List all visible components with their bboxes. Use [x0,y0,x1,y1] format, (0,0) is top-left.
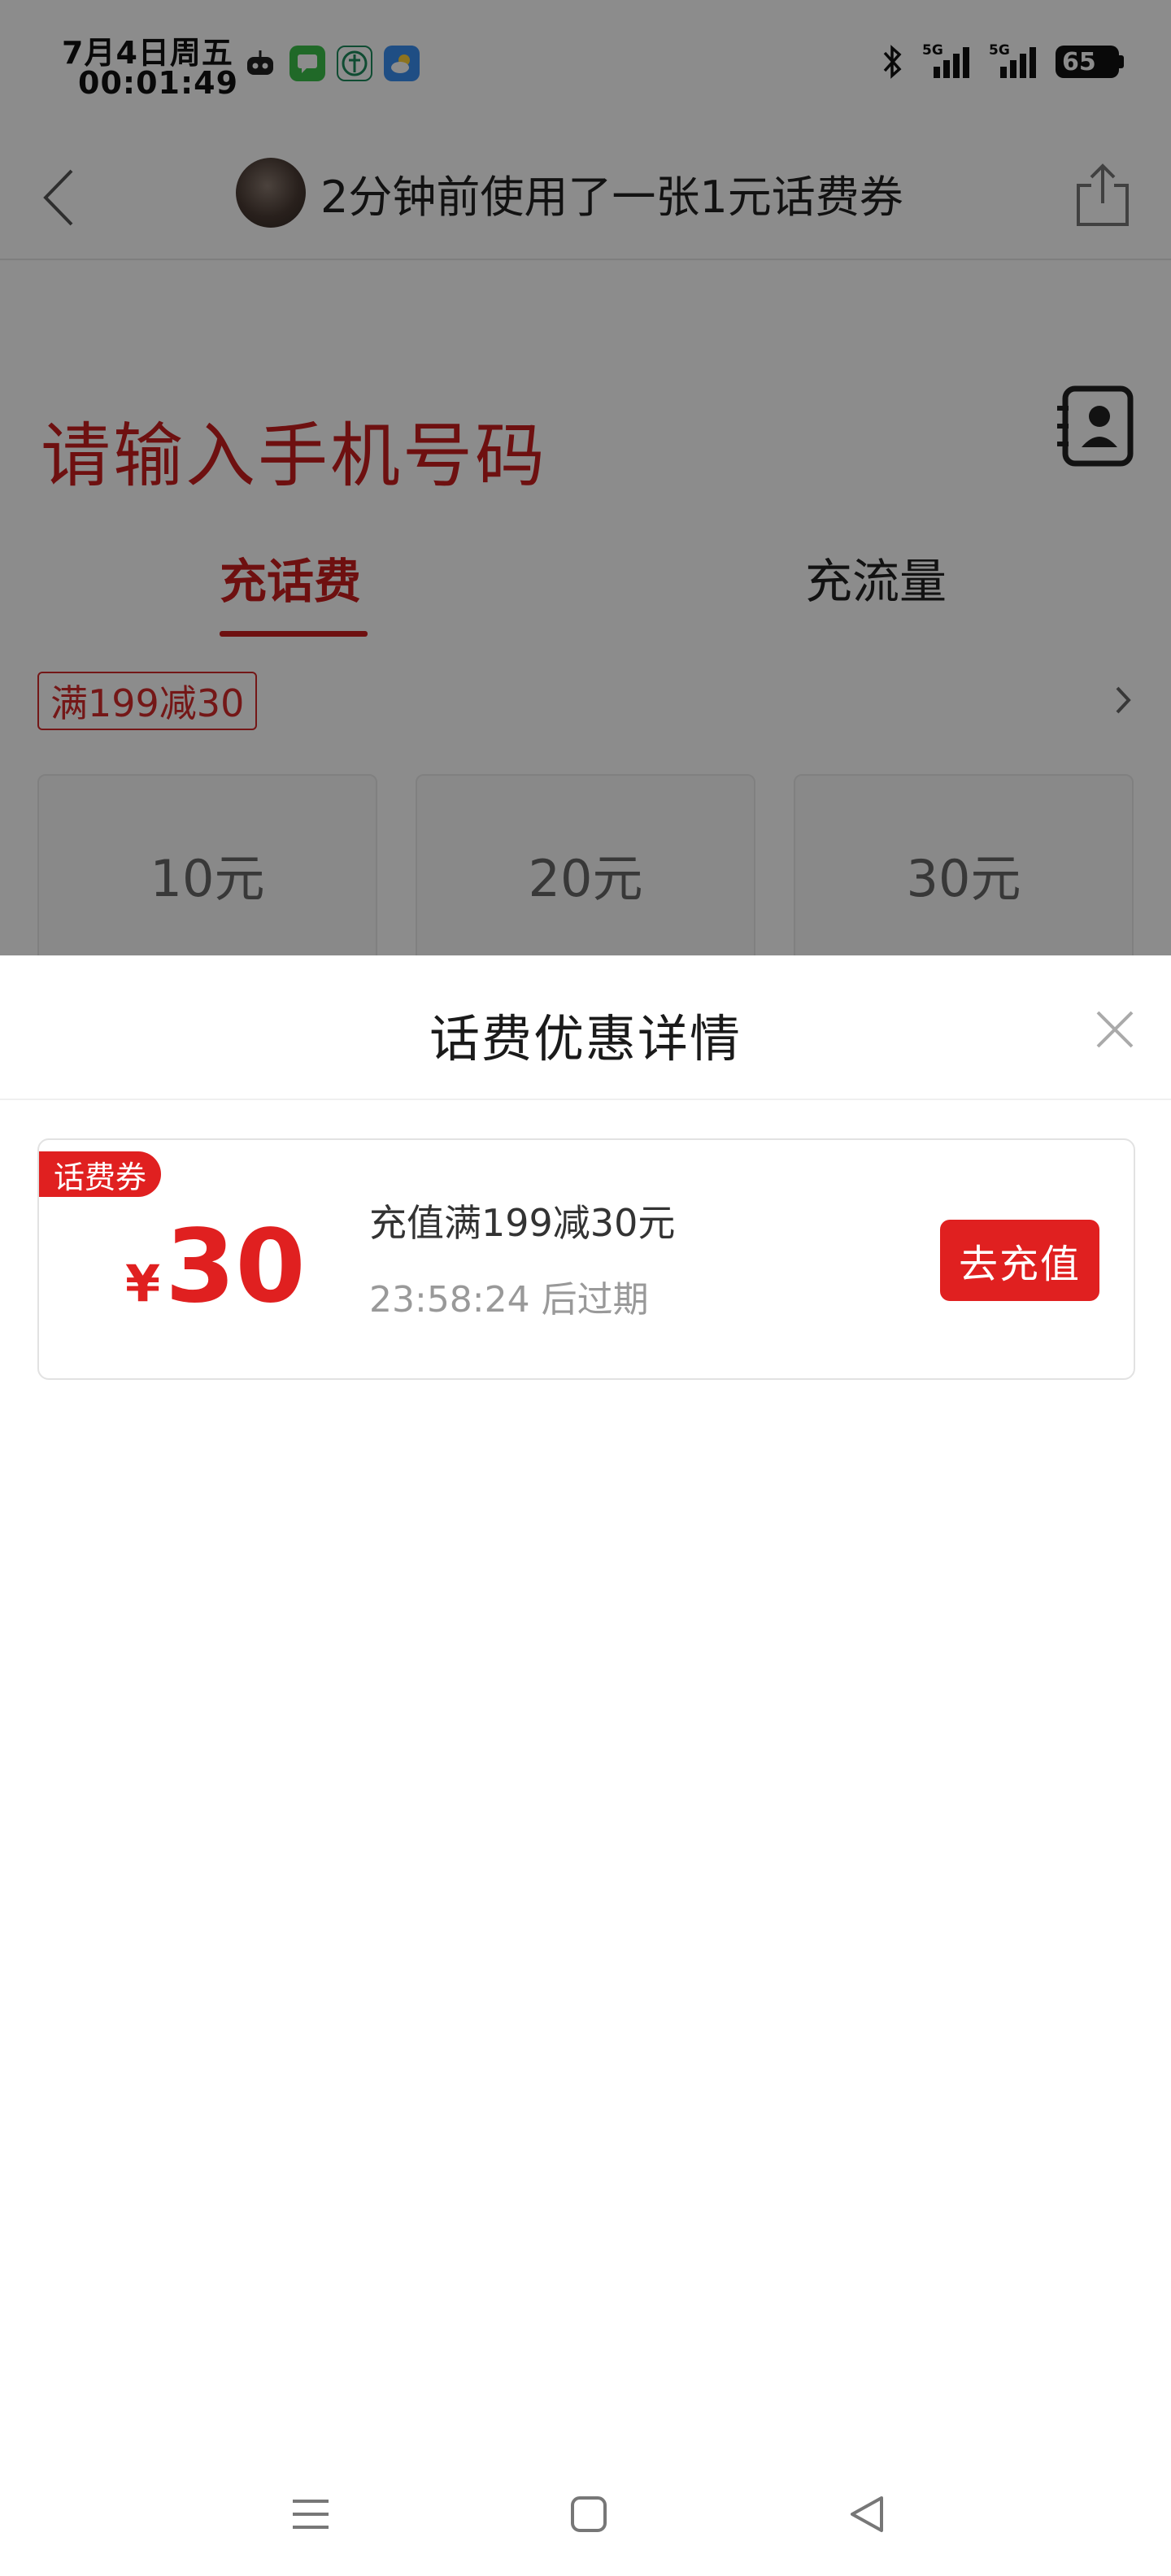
modal-overlay[interactable] [0,0,1171,955]
menu-icon[interactable] [286,2490,335,2539]
coupon-currency: ¥ [125,1254,161,1313]
sheet-title: 话费优惠详情 [429,1009,742,1068]
system-nav-bar [0,2456,1171,2576]
discount-details-sheet: 话费优惠详情 话费券 ¥ 30 充值满199减30元 23:58:24 后过期 … [0,955,1171,2576]
coupon-badge: 话费券 [39,1151,161,1197]
close-icon[interactable] [1091,1006,1138,1053]
sheet-header: 话费优惠详情 [0,955,1171,1100]
coupon-card: 话费券 ¥ 30 充值满199减30元 23:58:24 后过期 去充值 [37,1138,1135,1380]
home-icon[interactable] [564,2490,613,2539]
coupon-description: 充值满199减30元 [369,1201,676,1245]
recharge-page: 7月4日周五 00:01:49 5G 5G 65 2分钟前使用了一张1元话费券 … [0,0,1171,955]
go-recharge-button[interactable]: 去充值 [940,1220,1099,1301]
back-triangle-icon[interactable] [842,2490,891,2539]
coupon-amount: ¥ 30 [125,1216,306,1317]
coupon-expiry: 23:58:24 后过期 [369,1279,649,1321]
coupon-value: 30 [165,1208,306,1325]
